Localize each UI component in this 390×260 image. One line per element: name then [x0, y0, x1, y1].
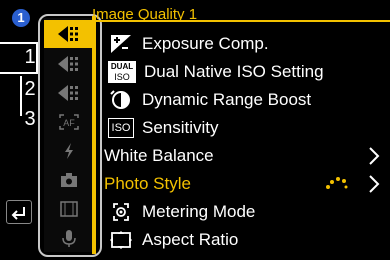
tab-3[interactable]: 3 [20, 108, 40, 131]
menu-item-label: Metering Mode [142, 202, 256, 221]
category-focus[interactable]: AF [44, 108, 94, 136]
menu-item-dynamic-range-boost[interactable]: Dynamic Range Boost [96, 86, 390, 114]
photo-style-sparkle-icon [324, 173, 352, 200]
exposure-comp-icon [108, 34, 134, 54]
back-button[interactable] [6, 200, 32, 224]
header-underline [96, 20, 390, 22]
microphone-icon [62, 230, 76, 247]
focus-icon: AF [59, 114, 79, 130]
tab-1[interactable]: 1 [20, 46, 40, 69]
chevron-right-icon [368, 174, 380, 199]
camera-icon [61, 173, 77, 187]
category-image-quality-1[interactable] [44, 20, 94, 48]
page-badge: 1 [12, 9, 30, 27]
menu-item-dual-native-iso[interactable]: DUAL ISO Dual Native ISO Setting [96, 58, 390, 86]
dual-iso-icon-bottom: ISO [114, 72, 130, 82]
chevron-right-icon [368, 146, 380, 171]
category-flash[interactable] [44, 137, 94, 165]
iso-icon-text: ISO [111, 122, 131, 134]
menu-item-photo-style[interactable]: Photo Style [96, 170, 390, 198]
category-image-quality-2[interactable] [44, 50, 94, 78]
image-quality-2-icon [58, 56, 78, 72]
menu-item-metering-mode[interactable]: Metering Mode [96, 198, 390, 226]
menu-item-label: Dynamic Range Boost [142, 90, 312, 109]
menu-item-white-balance[interactable]: White Balance [96, 142, 390, 170]
category-image-quality-3[interactable] [44, 79, 94, 107]
film-icon [60, 201, 78, 217]
menu-item-sensitivity[interactable]: ISO Sensitivity [96, 114, 390, 142]
af-icon-text: AF [63, 118, 75, 128]
dual-iso-icon-top: DUAL [110, 62, 134, 71]
image-quality-3-icon [58, 85, 78, 101]
menu-item-exposure-comp[interactable]: Exposure Comp. [96, 30, 390, 58]
metering-icon [108, 202, 134, 222]
menu-item-label: White Balance [104, 146, 214, 165]
dynamic-range-icon [108, 90, 134, 110]
tab-2[interactable]: 2 [20, 78, 40, 101]
category-video[interactable] [44, 195, 94, 223]
category-camera[interactable] [44, 166, 94, 194]
iso-icon: ISO [108, 118, 134, 138]
back-arrow-icon [11, 207, 25, 220]
tab-divider [20, 76, 22, 116]
aspect-ratio-icon [108, 230, 134, 250]
menu-item-label: Aspect Ratio [142, 230, 239, 249]
menu-item-label: Exposure Comp. [142, 34, 269, 53]
category-audio[interactable] [44, 224, 94, 252]
image-quality-icon [58, 26, 78, 42]
menu-item-aspect-ratio[interactable]: Aspect Ratio [96, 226, 390, 254]
dual-iso-icon: DUAL ISO [108, 61, 136, 83]
menu-item-label: Dual Native ISO Setting [144, 62, 324, 81]
menu-item-label: Sensitivity [142, 118, 219, 137]
flash-icon [65, 143, 73, 159]
menu-item-label: Photo Style [104, 174, 191, 193]
